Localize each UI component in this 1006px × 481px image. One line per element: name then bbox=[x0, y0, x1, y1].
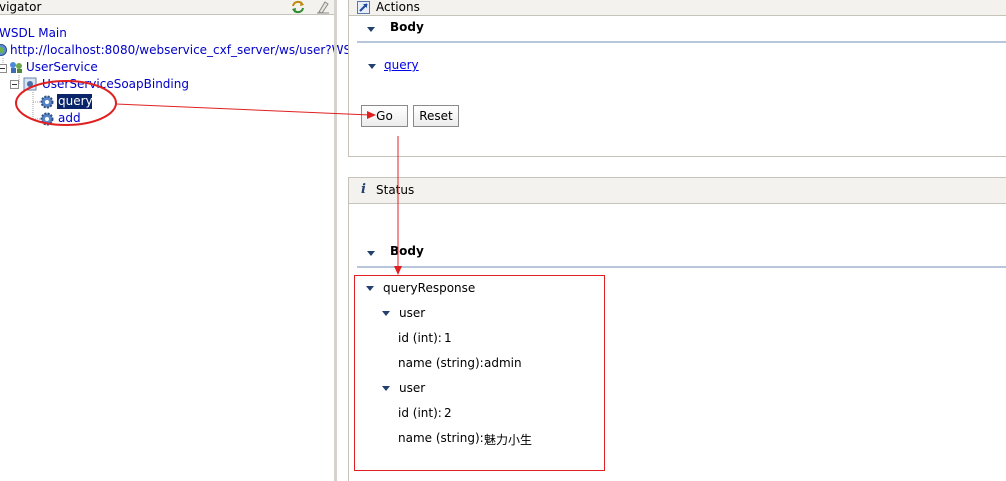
user-id-value: 2 bbox=[444, 406, 452, 420]
response-name: queryResponse bbox=[383, 281, 476, 295]
user-id-label: id (int): bbox=[398, 331, 442, 345]
status-body-label: Body bbox=[390, 244, 424, 258]
status-header: i Status bbox=[349, 178, 1006, 204]
tree-userservicesoapbinding[interactable]: UserServiceSoapBinding bbox=[42, 77, 189, 92]
tree-userservice[interactable]: UserService bbox=[26, 60, 98, 75]
user-id-value: 1 bbox=[444, 331, 452, 345]
binding-icon bbox=[23, 77, 37, 91]
tree-wsdl-url[interactable]: http://localhost:8080/webservice_cxf_ser… bbox=[10, 43, 351, 58]
query-operation-link[interactable]: query bbox=[384, 58, 419, 72]
user-node-label: user bbox=[399, 306, 426, 320]
user-name-label: name (string): bbox=[398, 356, 484, 370]
tree-root-wsdl-main[interactable]: WSDL Main bbox=[0, 26, 67, 41]
actions-header: Actions bbox=[349, 0, 1006, 16]
collapse-toggle-icon[interactable] bbox=[0, 64, 7, 73]
operation-gear-icon bbox=[40, 112, 54, 126]
actions-title: Actions bbox=[376, 0, 420, 14]
reset-button[interactable]: Reset bbox=[413, 105, 459, 127]
service-icon bbox=[10, 62, 22, 73]
expand-triangle-icon[interactable] bbox=[382, 311, 390, 316]
status-body-separator bbox=[357, 266, 1006, 268]
navigator-pane: vigator WSDL Main http://localhost:8080/… bbox=[0, 0, 351, 481]
expand-triangle-icon[interactable] bbox=[382, 386, 390, 391]
expand-triangle-icon[interactable] bbox=[366, 286, 374, 291]
user-name-value: 魅力小生 bbox=[484, 433, 533, 447]
actions-pane: Actions Body query bbox=[348, 0, 1006, 157]
operation-gear-icon bbox=[40, 95, 54, 109]
user-id-label: id (int): bbox=[398, 406, 442, 420]
go-button[interactable]: Go bbox=[361, 105, 408, 127]
actions-body-separator bbox=[357, 41, 1006, 43]
user-name-label: name (string): bbox=[398, 431, 484, 445]
expand-triangle-icon[interactable] bbox=[368, 64, 376, 69]
wsdl-globe-icon bbox=[0, 44, 7, 56]
actions-body-label: Body bbox=[390, 20, 424, 34]
status-title: Status bbox=[376, 183, 415, 197]
tree-operation-add[interactable]: add bbox=[58, 111, 81, 126]
tree-operation-query[interactable]: query bbox=[58, 94, 93, 109]
user-node-label: user bbox=[399, 381, 426, 395]
navigator-splitter[interactable] bbox=[334, 0, 337, 481]
expand-triangle-icon[interactable] bbox=[367, 251, 375, 256]
info-icon: i bbox=[361, 182, 366, 197]
actions-arrow-icon bbox=[357, 1, 370, 14]
user-name-value: admin bbox=[484, 356, 522, 370]
expand-triangle-icon[interactable] bbox=[367, 27, 375, 32]
collapse-toggle-icon[interactable] bbox=[10, 80, 19, 89]
